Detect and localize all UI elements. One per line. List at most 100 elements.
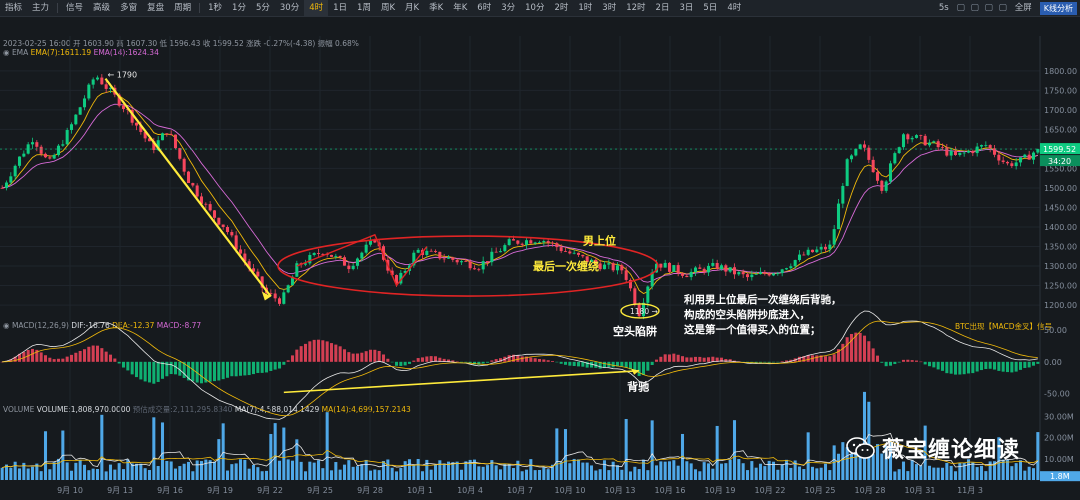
volume-bar <box>139 463 143 480</box>
toolbar-item[interactable]: 5日 <box>698 0 722 16</box>
speed-selector[interactable]: 5s <box>934 0 954 16</box>
volume-bar <box>1036 432 1040 480</box>
candle-body <box>173 134 178 149</box>
candle-body <box>186 171 191 184</box>
toolbar-item[interactable]: 1分 <box>227 0 251 16</box>
candle-body <box>802 254 806 256</box>
layout-icon[interactable]: ▢ <box>982 3 996 13</box>
volume-bar <box>962 462 966 480</box>
x-tick-label: 9月 25 <box>307 486 333 495</box>
macd-bar <box>966 361 971 374</box>
candle-body <box>845 159 849 186</box>
candle-body <box>26 144 30 154</box>
volume-bar <box>208 460 212 480</box>
toolbar-item[interactable]: 信号 <box>61 0 88 16</box>
camera-icon[interactable]: ▢ <box>954 3 968 13</box>
toolbar-item[interactable]: 周期 <box>169 0 196 16</box>
volume-bar <box>95 469 100 480</box>
macd-bar <box>667 354 672 362</box>
candle-body <box>776 273 780 274</box>
candle-body <box>836 203 841 230</box>
toolbar-item[interactable]: 复盘 <box>142 0 169 16</box>
macd-bar <box>979 361 984 371</box>
arrow-head <box>261 291 271 301</box>
x-tick-label: 9月 28 <box>357 486 383 495</box>
toolbar-item[interactable]: 2时 <box>549 0 573 16</box>
toolbar-item[interactable]: 1秒 <box>203 0 227 16</box>
candle-body <box>910 137 914 140</box>
candle-body <box>615 265 620 271</box>
candle-body <box>702 268 706 273</box>
toolbar-item[interactable]: 2日 <box>651 0 675 16</box>
toolbar-item[interactable]: 年K <box>448 0 472 16</box>
eye-icon[interactable]: ◉ <box>3 321 10 330</box>
volume-bar <box>147 470 152 480</box>
eye-icon[interactable]: ◉ <box>3 48 10 57</box>
maximize-icon[interactable]: ▢ <box>996 3 1010 13</box>
toolbar-item[interactable]: 3分 <box>496 0 520 16</box>
toolbar-item[interactable]: 主力 <box>27 0 54 16</box>
volume-bar <box>624 418 628 480</box>
macd-bar <box>585 361 589 368</box>
x-tick-label: 10月 22 <box>755 486 786 495</box>
volume-bar <box>542 467 546 480</box>
macd-bar <box>940 361 945 371</box>
toolbar-item[interactable]: 6时 <box>472 0 496 16</box>
toolbar-item[interactable]: 月K <box>400 0 424 16</box>
macd-bar <box>394 361 399 366</box>
volume-bar <box>113 469 117 480</box>
settings-icon[interactable]: ▢ <box>968 3 982 13</box>
volume-bar <box>676 465 680 480</box>
volume-bar <box>984 471 988 480</box>
candle-body <box>516 240 520 244</box>
volume-bar <box>43 431 48 480</box>
toolbar-item[interactable]: 4时 <box>722 0 746 16</box>
candle-body <box>633 288 637 305</box>
kline-analysis-button[interactable]: K线分析 <box>1039 1 1077 15</box>
toolbar-item[interactable]: 10分 <box>520 0 549 16</box>
macd-bar <box>758 361 763 363</box>
toolbar-item[interactable]: 4时 <box>304 0 329 16</box>
candle-body <box>940 147 945 148</box>
macd-bar <box>316 339 321 362</box>
toolbar-item[interactable]: 指标 <box>0 0 27 16</box>
candle-body <box>191 183 195 186</box>
toolbar-item[interactable]: 多窗 <box>115 0 142 16</box>
volume-bar <box>134 463 139 480</box>
volume-bar <box>776 469 780 480</box>
toolbar-item[interactable]: 1日 <box>328 0 352 16</box>
candle-body <box>30 142 35 145</box>
volume-bar <box>438 460 442 480</box>
toolbar-item[interactable]: 5分 <box>251 0 275 16</box>
macd-bar <box>69 354 74 362</box>
toolbar-item[interactable]: 3日 <box>674 0 698 16</box>
volume-legend: VOLUME VOLUME:1,808,970.0000 预估成交量:2,111… <box>3 404 411 415</box>
macd-bar <box>104 351 108 362</box>
toolbar-item[interactable]: 12时 <box>621 0 650 16</box>
candle-body <box>1001 160 1005 162</box>
toolbar-item[interactable]: 季K <box>424 0 448 16</box>
toolbar-item[interactable]: 1时 <box>573 0 597 16</box>
price-tick-label: 1300.00 <box>1044 262 1077 271</box>
toolbar-item[interactable]: 30分 <box>275 0 304 16</box>
toolbar-item[interactable]: 1周 <box>352 0 376 16</box>
toolbar-item[interactable]: 高级 <box>88 0 115 16</box>
volume-bar <box>256 467 260 480</box>
macd-bar <box>676 354 680 362</box>
candle-body <box>715 263 719 269</box>
macd-bar <box>884 361 888 367</box>
macd-bar <box>325 341 329 362</box>
macd-bar <box>932 361 936 368</box>
volume-bar <box>91 468 95 480</box>
volume-bar <box>611 461 615 480</box>
candle-body <box>932 141 936 143</box>
fullscreen-button[interactable]: 全屏 <box>1010 0 1037 16</box>
toolbar-item[interactable]: 3时 <box>597 0 621 16</box>
candle-body <box>134 122 139 126</box>
macd-bar <box>234 361 238 377</box>
volume-bar <box>576 459 581 480</box>
candle-body <box>429 250 433 252</box>
candle-body <box>217 217 221 225</box>
volume-bar <box>377 470 381 480</box>
toolbar-item[interactable]: 周K <box>376 0 400 16</box>
